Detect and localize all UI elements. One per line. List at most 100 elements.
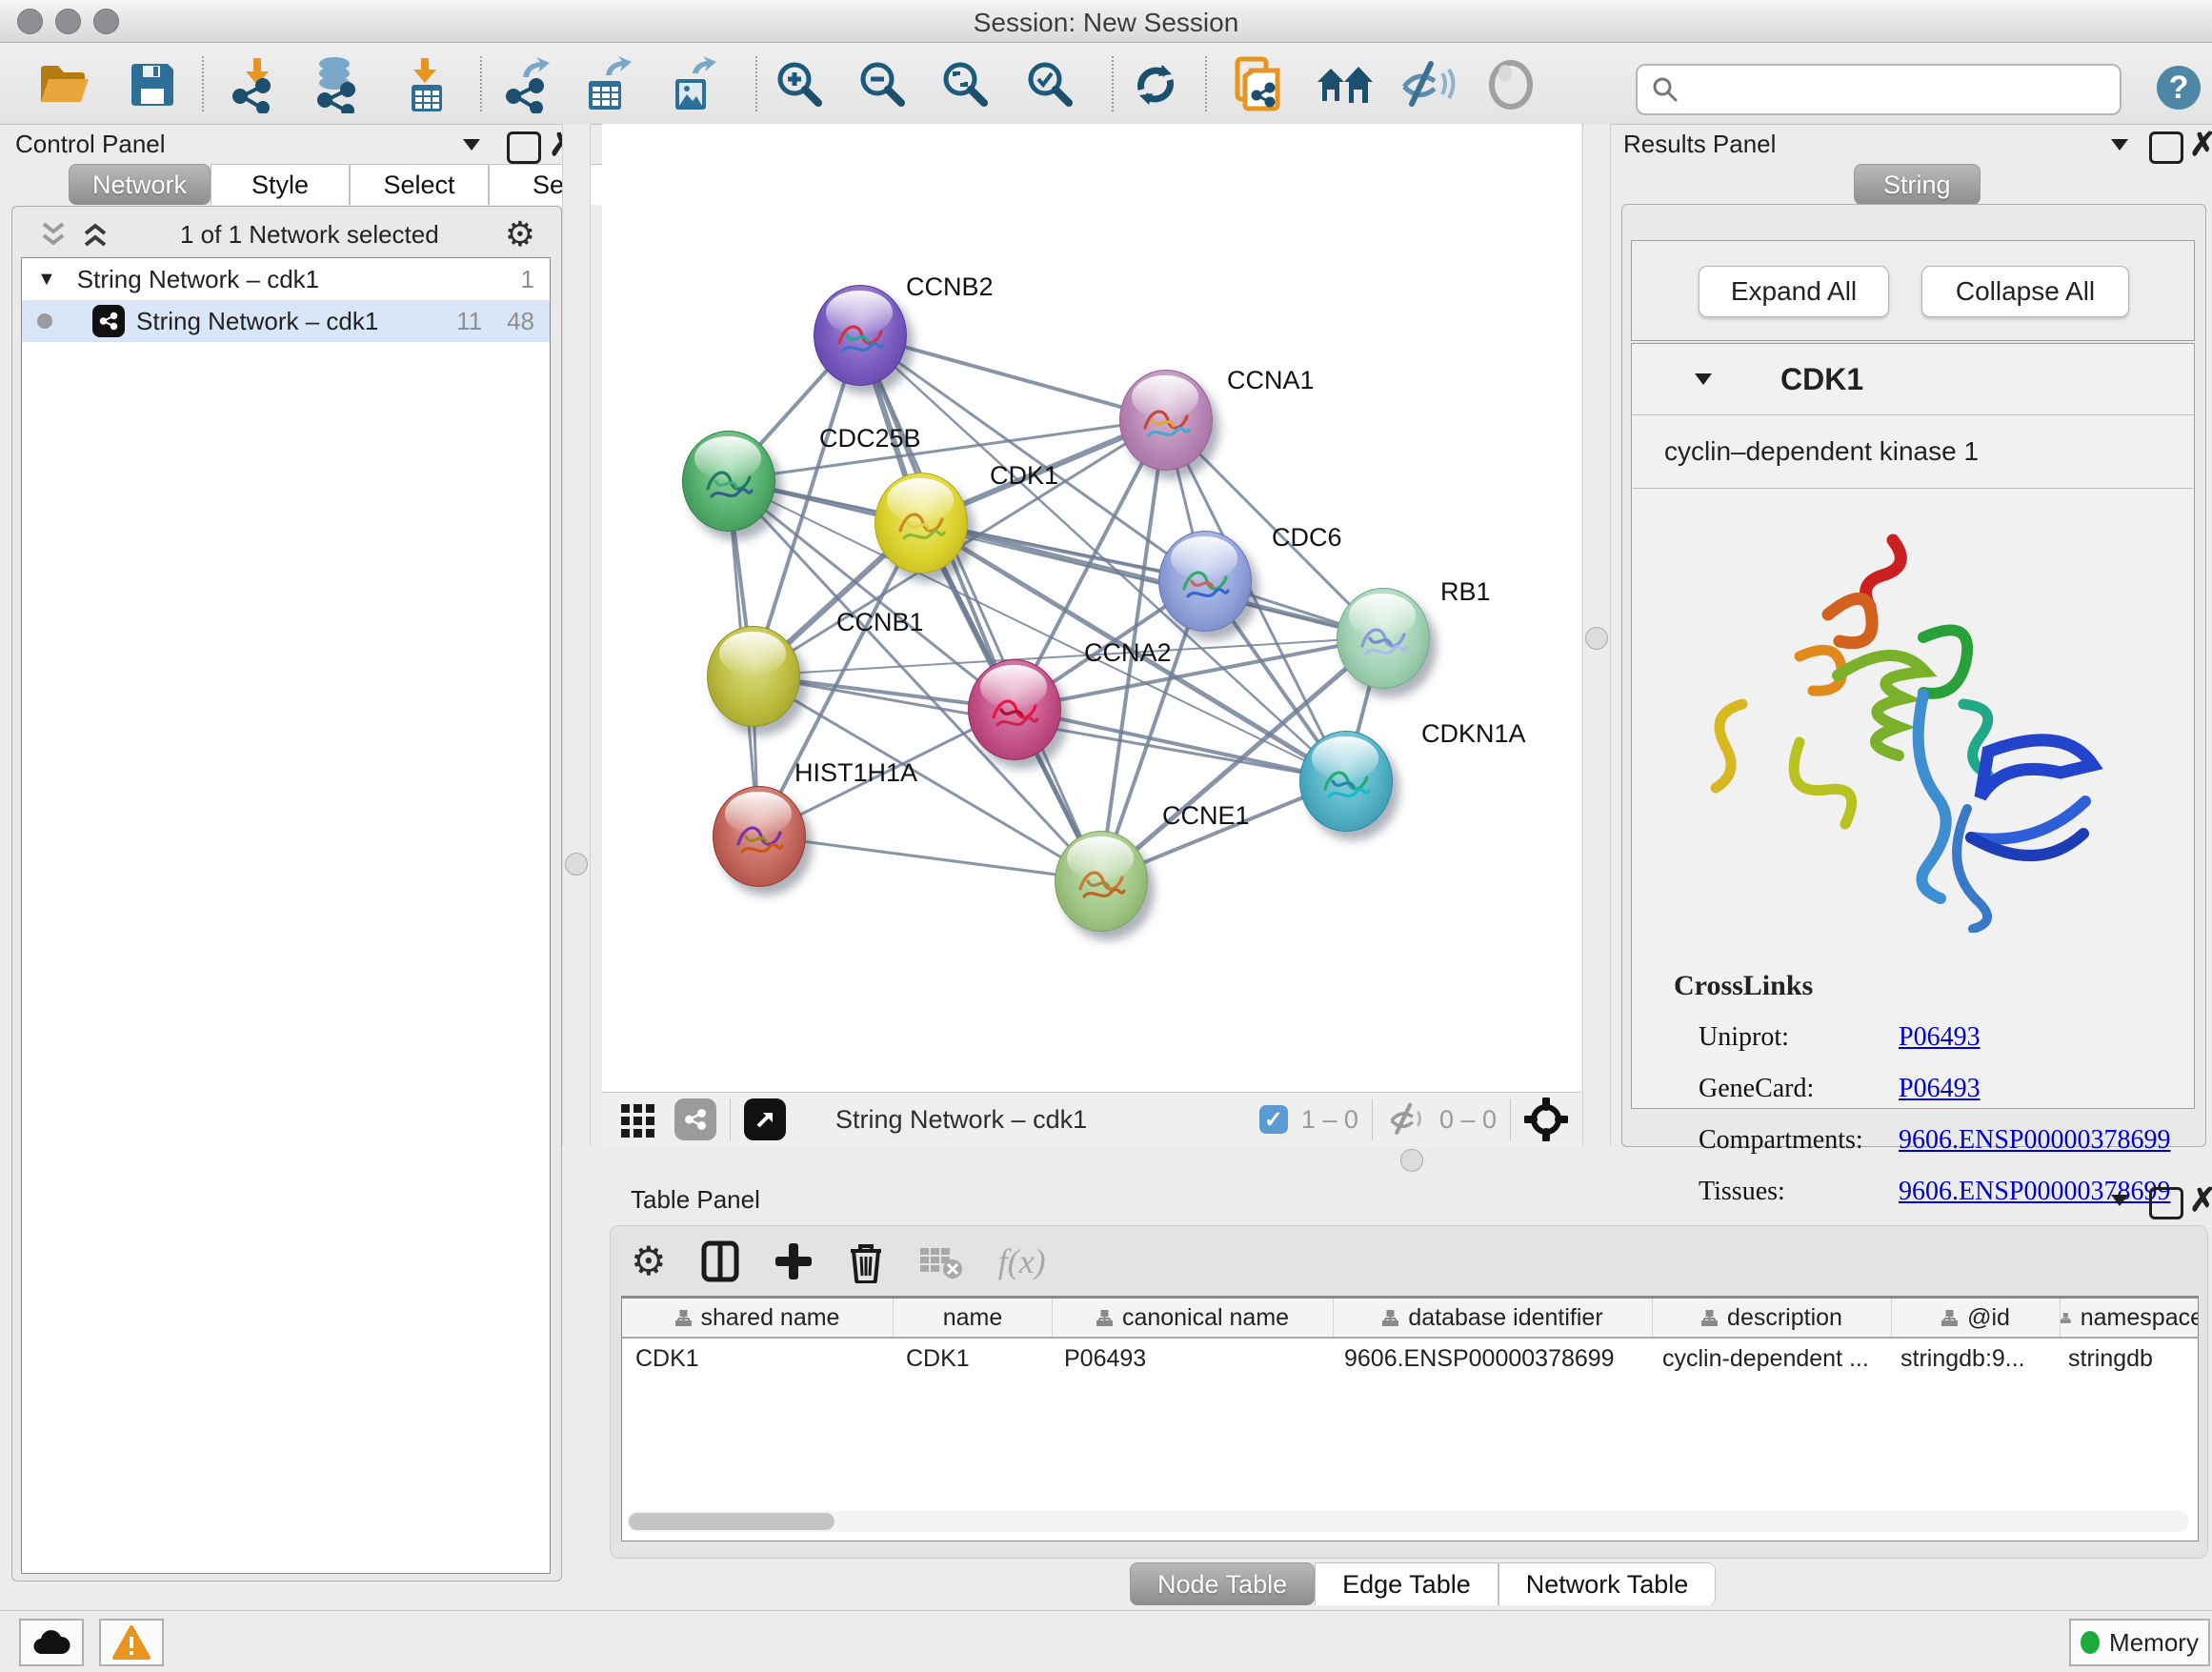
edge-CCNA2-CDKN1A[interactable]	[1014, 709, 1345, 780]
column-header-@id[interactable]: @id	[1892, 1299, 2061, 1337]
node-RB1[interactable]	[1337, 588, 1430, 689]
cell-shared-name[interactable]: CDK1	[622, 1339, 893, 1379]
table-options-gear-icon[interactable]: ⚙	[631, 1241, 667, 1281]
edge-HIST1H1A-CCNE1[interactable]	[758, 836, 1100, 880]
tab-network[interactable]: Network	[69, 164, 211, 205]
node-CCNE1[interactable]	[1055, 831, 1148, 932]
results-panel-collapse-icon[interactable]	[2111, 139, 2128, 151]
function-builder-icon[interactable]: f(x)	[998, 1241, 1046, 1281]
crosslink-link[interactable]: 9606.ENSP00000378699	[1899, 1177, 2170, 1207]
open-session-icon[interactable]	[34, 54, 95, 115]
import-network-file-icon[interactable]	[227, 54, 288, 115]
column-header-description[interactable]: description	[1653, 1299, 1892, 1337]
node-CDKN1A[interactable]	[1299, 731, 1393, 832]
node-CCNA2[interactable]	[968, 659, 1061, 760]
expand-all-icon[interactable]	[78, 218, 114, 251]
zoom-in-icon[interactable]	[770, 54, 831, 115]
tab-style[interactable]: Style	[211, 164, 350, 205]
search-input[interactable]	[1687, 70, 2120, 110]
table-horizontal-scrollbar[interactable]	[627, 1511, 2189, 1532]
right-splitter-handle[interactable]	[1585, 627, 1608, 650]
tab-network-table[interactable]: Network Table	[1498, 1562, 1717, 1605]
results-node-header[interactable]: CDK1	[1632, 344, 2194, 415]
network-canvas[interactable]: CCNB2CCNA1CDC25BCDK1CDC6RB1CCNB1CCNA2CDK…	[602, 124, 1581, 1092]
import-table-file-icon[interactable]	[396, 54, 457, 115]
tree-expander-icon[interactable]: ▼	[37, 269, 56, 291]
cell-@id[interactable]: stringdb:9...	[1887, 1339, 2055, 1379]
column-header-database-identifier[interactable]: database identifier	[1334, 1299, 1653, 1337]
network-row[interactable]: String Network – cdk1 11 48	[22, 300, 550, 342]
network-view-share-icon[interactable]	[674, 1098, 716, 1140]
column-header-name[interactable]: name	[894, 1299, 1053, 1337]
refresh-icon[interactable]	[1125, 54, 1186, 115]
home-icon[interactable]	[1315, 54, 1376, 115]
node-CDC25B[interactable]	[682, 431, 775, 532]
grid-view-icon[interactable]	[619, 1100, 657, 1138]
column-header-canonical-name[interactable]: canonical name	[1053, 1299, 1334, 1337]
delete-column-trash-icon[interactable]	[848, 1239, 884, 1283]
cloud-button[interactable]	[19, 1619, 84, 1666]
node-CCNB2[interactable]	[814, 285, 907, 386]
birds-eye-view-icon[interactable]	[744, 1098, 786, 1140]
tab-select[interactable]: Select	[350, 164, 489, 205]
table-panel-float-icon[interactable]	[2149, 1187, 2183, 1219]
table-panel-collapse-icon[interactable]	[2111, 1195, 2128, 1206]
cell-description[interactable]: cyclin-dependent ...	[1649, 1339, 1887, 1379]
node-CDK1[interactable]	[875, 473, 968, 574]
column-header-shared-name[interactable]: shared name	[622, 1299, 894, 1337]
show-eye-icon[interactable]	[1480, 54, 1541, 115]
control-panel-collapse-icon[interactable]	[463, 139, 480, 151]
network-list-options-gear-icon[interactable]: ⚙	[505, 217, 535, 252]
table-panel-close-icon[interactable]: ✗	[2189, 1181, 2212, 1219]
zoom-selected-icon[interactable]	[1020, 54, 1081, 115]
import-network-database-icon[interactable]	[307, 54, 368, 115]
crosslink-link[interactable]: P06493	[1899, 1074, 1981, 1104]
cell-database-identifier[interactable]: 9606.ENSP00000378699	[1331, 1339, 1649, 1379]
selected-nodes-checkbox-icon[interactable]: ✓	[1259, 1105, 1288, 1134]
tab-string[interactable]: String	[1854, 164, 1981, 205]
show-columns-icon[interactable]	[701, 1240, 739, 1282]
warning-button[interactable]	[99, 1619, 164, 1666]
node-CCNB1[interactable]	[707, 626, 800, 727]
delete-table-icon[interactable]	[918, 1242, 964, 1280]
collapse-all-button[interactable]: Collapse All	[1921, 266, 2129, 317]
collapse-all-icon[interactable]	[36, 218, 72, 251]
results-panel-close-icon[interactable]: ✗	[2189, 126, 2212, 164]
expand-all-button[interactable]: Expand All	[1699, 266, 1889, 317]
export-table-icon[interactable]	[577, 54, 638, 115]
table-row[interactable]: CDK1CDK1P064939606.ENSP00000378699cyclin…	[622, 1339, 2198, 1379]
results-panel-float-icon[interactable]	[2149, 131, 2183, 164]
section-collapse-icon[interactable]	[1695, 373, 1712, 385]
left-splitter[interactable]	[562, 124, 591, 1145]
horizontal-splitter-handle[interactable]	[1400, 1149, 1423, 1172]
pan-crosshair-icon[interactable]	[1524, 1098, 1568, 1141]
tab-edge-table[interactable]: Edge Table	[1315, 1562, 1498, 1605]
export-image-icon[interactable]	[662, 54, 723, 115]
node-CDC6[interactable]	[1158, 531, 1252, 632]
zoom-fit-icon[interactable]	[935, 54, 996, 115]
cell-namespace[interactable]: stringdb	[2055, 1339, 2198, 1379]
zoom-out-icon[interactable]	[853, 54, 914, 115]
hidden-eye-slash-icon[interactable]	[1386, 1102, 1430, 1137]
control-panel-float-icon[interactable]	[507, 131, 541, 164]
network-collection-row[interactable]: ▼ String Network – cdk1 1	[22, 258, 550, 300]
scrollbar-thumb[interactable]	[629, 1513, 835, 1530]
column-header-namespace[interactable]: namespace	[2061, 1299, 2199, 1337]
create-column-plus-icon[interactable]	[774, 1241, 814, 1281]
export-network-icon[interactable]	[498, 54, 559, 115]
hide-selected-eye-icon[interactable]	[1398, 54, 1458, 115]
crosslink-link[interactable]: P06493	[1899, 1022, 1981, 1053]
node-CCNA1[interactable]	[1119, 370, 1213, 471]
node-HIST1H1A[interactable]	[713, 786, 806, 887]
right-splitter[interactable]	[1582, 124, 1611, 1145]
left-splitter-handle[interactable]	[565, 853, 588, 876]
cell-name[interactable]: CDK1	[893, 1339, 1051, 1379]
node-table[interactable]: shared namenamecanonical namedatabase id…	[621, 1296, 2199, 1541]
memory-button[interactable]: Memory	[2069, 1619, 2210, 1666]
search-box[interactable]	[1636, 64, 2122, 115]
cell-canonical-name[interactable]: P06493	[1051, 1339, 1331, 1379]
tab-node-table[interactable]: Node Table	[1130, 1562, 1315, 1605]
copy-style-icon[interactable]	[1229, 54, 1290, 115]
crosslink-link[interactable]: 9606.ENSP00000378699	[1899, 1125, 2170, 1156]
help-button[interactable]: ?	[2157, 66, 2201, 110]
